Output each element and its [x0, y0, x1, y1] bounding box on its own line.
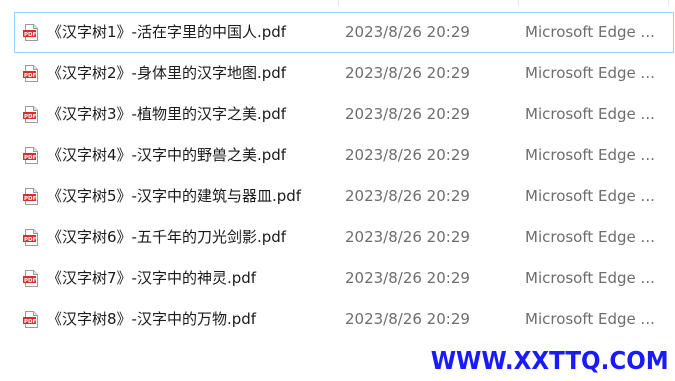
file-type: Microsoft Edge ... — [525, 310, 655, 328]
column-divider — [518, 0, 519, 6]
file-type: Microsoft Edge ... — [525, 64, 655, 82]
svg-text:PDF: PDF — [24, 32, 37, 38]
file-date-modified: 2023/8/26 20:29 — [345, 228, 470, 246]
pdf-file-icon: PDF — [23, 188, 38, 205]
file-row[interactable]: PDF 《汉字树1》-活在字里的中国人.pdf 2023/8/26 20:29 … — [14, 12, 674, 53]
svg-text:PDF: PDF — [24, 278, 37, 284]
pdf-file-icon: PDF — [23, 270, 38, 287]
file-row[interactable]: PDF 《汉字树3》-植物里的汉字之美.pdf 2023/8/26 20:29 … — [14, 94, 674, 135]
svg-text:PDF: PDF — [24, 237, 37, 243]
file-date-modified: 2023/8/26 20:29 — [345, 146, 470, 164]
file-name[interactable]: 《汉字树5》-汉字中的建筑与器皿.pdf — [47, 177, 301, 216]
file-date-modified: 2023/8/26 20:29 — [345, 105, 470, 123]
file-name[interactable]: 《汉字树6》-五千年的刀光剑影.pdf — [47, 218, 286, 257]
pdf-file-icon: PDF — [23, 106, 38, 123]
file-name[interactable]: 《汉字树1》-活在字里的中国人.pdf — [47, 13, 286, 52]
svg-text:PDF: PDF — [24, 155, 37, 161]
pdf-file-icon: PDF — [23, 65, 38, 82]
pdf-file-icon: PDF — [23, 147, 38, 164]
column-divider — [668, 0, 669, 6]
svg-text:PDF: PDF — [24, 114, 37, 120]
file-name[interactable]: 《汉字树4》-汉字中的野兽之美.pdf — [47, 136, 286, 175]
file-type: Microsoft Edge ... — [525, 23, 655, 41]
file-row[interactable]: PDF 《汉字树2》-身体里的汉字地图.pdf 2023/8/26 20:29 … — [14, 53, 674, 94]
svg-text:PDF: PDF — [24, 196, 37, 202]
file-date-modified: 2023/8/26 20:29 — [345, 23, 470, 41]
column-divider — [338, 0, 339, 6]
file-name[interactable]: 《汉字树2》-身体里的汉字地图.pdf — [47, 54, 286, 93]
file-type: Microsoft Edge ... — [525, 146, 655, 164]
file-type: Microsoft Edge ... — [525, 105, 655, 123]
file-type: Microsoft Edge ... — [525, 269, 655, 287]
file-explorer-window: PDF 《汉字树1》-活在字里的中国人.pdf 2023/8/26 20:29 … — [0, 0, 675, 381]
svg-text:PDF: PDF — [24, 319, 37, 325]
watermark-text: WWW.XXTTQ.COM — [431, 346, 669, 375]
pdf-file-icon: PDF — [23, 229, 38, 246]
file-row[interactable]: PDF 《汉字树4》-汉字中的野兽之美.pdf 2023/8/26 20:29 … — [14, 135, 674, 176]
pdf-file-icon: PDF — [23, 311, 38, 328]
file-date-modified: 2023/8/26 20:29 — [345, 269, 470, 287]
file-name[interactable]: 《汉字树8》-汉字中的万物.pdf — [47, 300, 256, 339]
file-list: PDF 《汉字树1》-活在字里的中国人.pdf 2023/8/26 20:29 … — [0, 12, 675, 340]
file-row[interactable]: PDF 《汉字树8》-汉字中的万物.pdf 2023/8/26 20:29 Mi… — [14, 299, 674, 340]
file-type: Microsoft Edge ... — [525, 187, 655, 205]
svg-text:PDF: PDF — [24, 73, 37, 79]
pdf-file-icon: PDF — [23, 24, 38, 41]
file-name[interactable]: 《汉字树3》-植物里的汉字之美.pdf — [47, 95, 286, 134]
file-date-modified: 2023/8/26 20:29 — [345, 310, 470, 328]
file-row[interactable]: PDF 《汉字树7》-汉字中的神灵.pdf 2023/8/26 20:29 Mi… — [14, 258, 674, 299]
file-type: Microsoft Edge ... — [525, 228, 655, 246]
file-date-modified: 2023/8/26 20:29 — [345, 64, 470, 82]
file-row[interactable]: PDF 《汉字树6》-五千年的刀光剑影.pdf 2023/8/26 20:29 … — [14, 217, 674, 258]
file-date-modified: 2023/8/26 20:29 — [345, 187, 470, 205]
file-name[interactable]: 《汉字树7》-汉字中的神灵.pdf — [47, 259, 256, 298]
file-row[interactable]: PDF 《汉字树5》-汉字中的建筑与器皿.pdf 2023/8/26 20:29… — [14, 176, 674, 217]
